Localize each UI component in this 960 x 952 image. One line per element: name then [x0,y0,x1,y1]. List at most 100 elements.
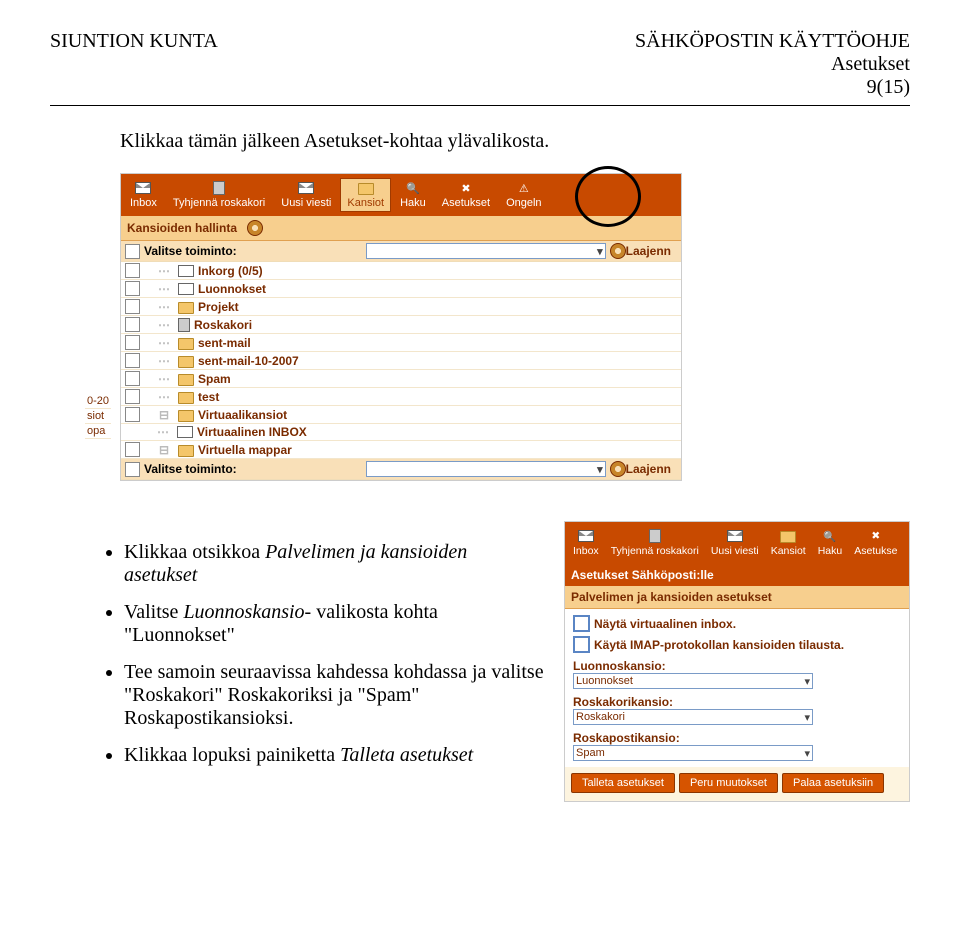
folder-row[interactable]: ⊟Virtuella mappar [121,441,681,459]
expand-link[interactable]: Laajenn [626,244,671,258]
action-label: Valitse toiminto: [144,244,237,258]
folder-row[interactable]: ⋯Projekt [121,298,681,316]
screenshot2-toolbar: Inbox Tyhjennä roskakori Uusi viesti Kan… [565,522,909,564]
settings-body: Näytä virtuaalinen inbox. Käytä IMAP-pro… [565,609,909,767]
tools-icon: ✖ [457,181,475,195]
folder-icon [178,410,194,422]
action-row-top: Valitse toiminto: Laajenn [121,241,681,262]
warning-icon: ⚠ [515,181,533,195]
trash-folder-select[interactable]: Roskakori [573,709,813,725]
screenshot1: 0-20 siot opa Inbox Tyhjennä roskakori U… [120,173,910,481]
folder-icon [357,181,375,195]
toolbar-search[interactable]: 🔍 Haku [812,526,849,560]
compose-icon [297,181,315,195]
intro-text: Klikkaa tämän jälkeen Asetukset-kohtaa y… [120,130,910,153]
action-row-bottom: Valitse toiminto: Laajenn [121,459,681,480]
folder-row[interactable]: ⋯test [121,388,681,406]
folder-row[interactable]: ⋯Roskakori [121,316,681,334]
cb-label: Käytä IMAP-protokollan kansioiden tilaus… [594,638,844,652]
checkbox[interactable] [125,244,140,259]
drafts-folder-select[interactable]: Luonnokset [573,673,813,689]
folder-icon [178,392,194,404]
header-right-line3: 9(15) [635,76,910,99]
checkbox[interactable] [573,615,590,632]
trash-icon [210,181,228,195]
folder-tree: ⋯Inkorg (0/5) ⋯Luonnokset ⋯Projekt ⋯Rosk… [121,262,681,459]
tools-icon: ✖ [867,529,885,543]
expand-link[interactable]: Laajenn [626,462,671,476]
toolbar-empty-trash[interactable]: Tyhjennä roskakori [166,178,272,212]
folder-row[interactable]: ⋯Luonnokset [121,280,681,298]
settings-title: Asetukset Sähköposti:lle [565,564,909,586]
cutoff-fragments: 0-20 siot opa [85,394,111,439]
checkbox-row: Käytä IMAP-protokollan kansioiden tilaus… [573,636,901,653]
toolbar-new-message[interactable]: Uusi viesti [274,178,338,212]
checkbox[interactable] [125,462,140,477]
trash-folder-label: Roskakorikansio: [573,695,901,709]
virtual-inbox-icon [177,426,193,438]
checkbox[interactable] [573,636,590,653]
folder-row[interactable]: ⊟Virtuaalikansiot [121,406,681,424]
drafts-folder-label: Luonnoskansio: [573,659,901,673]
folder-row[interactable]: ⋯Inkorg (0/5) [121,262,681,280]
instruction-item: Valitse Luonnoskansio- valikosta kohta "… [124,601,544,647]
trash-icon [178,318,190,332]
toolbar-problem[interactable]: ⚠ Ongeln [499,178,548,212]
folder-row[interactable]: ⋯Virtuaalinen INBOX [121,424,681,441]
toolbar-new-message[interactable]: Uusi viesti [705,526,765,560]
header-rule [50,105,910,106]
toolbar-folders[interactable]: Kansiot [340,178,391,212]
spam-folder-select[interactable]: Spam [573,745,813,761]
mail-icon [577,529,595,543]
folder-management-title: Kansioiden hallinta [121,216,681,241]
instruction-item: Tee samoin seuraavissa kahdessa kohdassa… [124,661,544,730]
action-select[interactable] [366,461,606,477]
compose-icon [726,529,744,543]
header-right-line2: Asetukset [635,53,910,76]
toolbar-inbox[interactable]: Inbox [567,526,605,560]
drafts-icon [178,283,194,295]
header-right: SÄHKÖPOSTIN KÄYTTÖOHJE Asetukset 9(15) [635,30,910,99]
refresh-icon[interactable] [247,220,263,236]
toolbar-search[interactable]: 🔍 Haku [393,178,433,212]
search-icon: 🔍 [821,529,839,543]
folder-row[interactable]: ⋯Spam [121,370,681,388]
folder-row[interactable]: ⋯sent-mail-10-2007 [121,352,681,370]
folder-icon [178,445,194,457]
button-row: Talleta asetukset Peru muutokset Palaa a… [565,767,909,801]
revert-button[interactable]: Palaa asetuksiin [782,773,884,793]
instructions-row: Klikkaa otsikkoa Palvelimen ja kansioide… [90,521,910,802]
action-select[interactable] [366,243,606,259]
header-right-line1: SÄHKÖPOSTIN KÄYTTÖOHJE [635,30,910,53]
folder-icon [178,338,194,350]
instruction-item: Klikkaa otsikkoa Palvelimen ja kansioide… [124,541,544,587]
instruction-item: Klikkaa lopuksi painiketta Talleta asetu… [124,744,544,767]
server-settings-title: Palvelimen ja kansioiden asetukset [565,586,909,609]
screenshot1-toolbar: Inbox Tyhjennä roskakori Uusi viesti Kan… [121,174,681,216]
header-left: SIUNTION KUNTA [50,30,218,53]
folder-icon [178,374,194,386]
toolbar-settings[interactable]: ✖ Asetukse [848,526,903,560]
instruction-list: Klikkaa otsikkoa Palvelimen ja kansioide… [90,541,544,782]
toolbar-empty-trash[interactable]: Tyhjennä roskakori [605,526,705,560]
toolbar-folders[interactable]: Kansiot [765,526,812,560]
search-icon: 🔍 [404,181,422,195]
toolbar-inbox[interactable]: Inbox [123,178,164,212]
folder-icon [779,529,797,543]
document-header: SIUNTION KUNTA SÄHKÖPOSTIN KÄYTTÖOHJE As… [50,30,910,99]
mail-icon [134,181,152,195]
folder-row[interactable]: ⋯sent-mail [121,334,681,352]
trash-icon [646,529,664,543]
toolbar-settings[interactable]: ✖ Asetukset [435,178,497,212]
folder-icon [178,302,194,314]
folder-icon [178,356,194,368]
checkbox-row: Näytä virtuaalinen inbox. [573,615,901,632]
go-icon[interactable] [610,243,626,259]
inbox-icon [178,265,194,277]
screenshot2: Inbox Tyhjennä roskakori Uusi viesti Kan… [564,521,910,802]
save-button[interactable]: Talleta asetukset [571,773,675,793]
go-icon[interactable] [610,461,626,477]
undo-button[interactable]: Peru muutokset [679,773,778,793]
cb-label: Näytä virtuaalinen inbox. [594,617,736,631]
action-label: Valitse toiminto: [144,462,237,476]
